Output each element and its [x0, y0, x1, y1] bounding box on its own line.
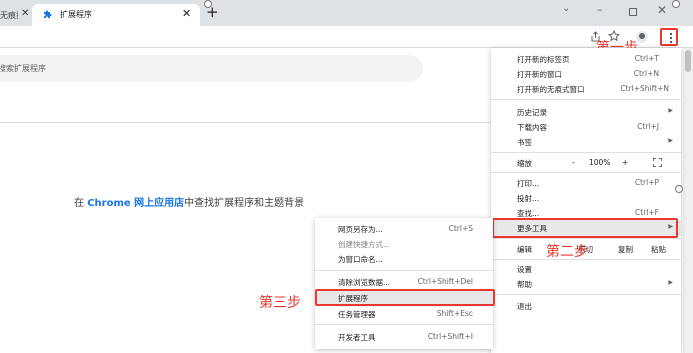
promo-prefix: 在: [74, 198, 88, 209]
tab-extensions-label: 扩展程序: [60, 10, 92, 19]
zoom-in-button[interactable]: +: [622, 158, 628, 167]
highlight-extensions: [315, 289, 495, 306]
submenu-arrow-icon: ▶: [668, 137, 673, 144]
selection-handle: [204, 0, 212, 8]
submenu-item-save-as[interactable]: 网页另存为... Ctrl+S: [315, 221, 493, 236]
menu-shortcut: Ctrl+P: [634, 178, 659, 187]
menu-label: 开发者工具: [338, 333, 376, 342]
menu-dot: [670, 33, 672, 35]
menu-item-downloads[interactable]: 下载内容 Ctrl+J: [491, 119, 681, 134]
menu-separator: [491, 238, 681, 239]
submenu-item-name-window[interactable]: 为窗口命名...: [315, 251, 493, 266]
menu-shortcut: Ctrl+Shift+N: [620, 84, 669, 93]
search-placeholder: 搜索扩展程序: [0, 64, 46, 73]
menu-label: 下载内容: [517, 123, 547, 132]
menu-label: 帮助: [517, 280, 532, 289]
extensions-search-bar[interactable]: 搜索扩展程序: [0, 55, 423, 82]
chrome-main-menu: 打开新的标签页 Ctrl+T 打开新的窗口 Ctrl+N 打开新的无痕式窗口 Ctrl…: [491, 48, 681, 353]
tab-previous-close-icon[interactable]: ✕: [21, 8, 29, 19]
minimize-button[interactable]: –: [597, 3, 603, 16]
menu-separator: [491, 99, 681, 100]
menu-item-new-tab[interactable]: 打开新的标签页 Ctrl+T: [491, 51, 681, 66]
submenu-item-task-manager[interactable]: 任务管理器 Shift+Esc: [315, 306, 493, 321]
scrollbar[interactable]: [683, 48, 693, 353]
menu-item-new-window[interactable]: 打开新的窗口 Ctrl+N: [491, 66, 681, 81]
menu-label: 投射...: [517, 194, 540, 203]
menu-separator: [315, 270, 493, 271]
menu-separator: [491, 172, 681, 173]
tab-previous-label: 无痕打印: [0, 11, 18, 20]
menu-dot: [670, 41, 672, 43]
annotation-step-3: 第三步: [259, 295, 301, 311]
maximize-button[interactable]: [629, 8, 637, 16]
menu-item-zoom: 缩放 - 100% +: [491, 155, 681, 170]
menu-item-cast[interactable]: 投射...: [491, 190, 681, 205]
menu-label: 设置: [517, 265, 532, 274]
more-tools-submenu: 网页另存为... Ctrl+S 创建快捷方式... 为窗口命名... 清除浏览数据…: [315, 218, 493, 349]
menu-item-history[interactable]: 历史记录 ▶: [491, 104, 681, 119]
submenu-item-clear-data[interactable]: 清除浏览数据... Ctrl+Shift+Del: [315, 274, 493, 289]
menu-item-help[interactable]: 帮助 ▶: [491, 276, 681, 291]
tab-previous[interactable]: 无痕打印 ✕: [0, 6, 32, 26]
paste-button[interactable]: 粘贴: [651, 244, 666, 255]
menu-label: 打开新的窗口: [517, 70, 562, 79]
selection-handle: [675, 185, 683, 193]
menu-separator: [315, 324, 493, 325]
menu-shortcut: Ctrl+T: [634, 54, 659, 63]
copy-button[interactable]: 复制: [618, 244, 633, 255]
submenu-item-create-shortcut: 创建快捷方式...: [315, 236, 493, 251]
puzzle-icon: [44, 10, 52, 18]
menu-shortcut: Ctrl+Shift+I: [427, 332, 473, 341]
menu-shortcut: Shift+Esc: [436, 309, 473, 318]
selection-handle: [672, 0, 680, 8]
menu-label: 缩放: [517, 159, 532, 168]
submenu-arrow-icon: ▶: [668, 107, 673, 114]
zoom-value: 100%: [589, 158, 611, 167]
menu-label: 任务管理器: [338, 310, 376, 319]
menu-dot: [670, 37, 672, 39]
scrollbar-thumb[interactable]: [685, 50, 691, 72]
tab-close-icon[interactable]: ✕: [182, 7, 191, 20]
menu-item-print[interactable]: 打印... Ctrl+P: [491, 175, 681, 190]
submenu-item-dev-tools[interactable]: 开发者工具 Ctrl+Shift+I: [315, 329, 493, 344]
annotation-step-2: 第二步: [546, 244, 588, 260]
menu-label: 编辑: [517, 245, 532, 254]
menu-item-bookmarks[interactable]: 书签 ▶: [491, 134, 681, 149]
tab-extensions[interactable]: 扩展程序 ✕: [32, 4, 200, 26]
menu-label: 打开新的标签页: [517, 55, 570, 64]
menu-separator: [491, 294, 681, 295]
menu-label: 退出: [517, 302, 532, 311]
divider: [0, 122, 500, 123]
menu-label: 打开新的无痕式窗口: [517, 85, 585, 94]
promo-suffix: 中查找扩展程序和主题背景: [184, 198, 305, 209]
menu-item-settings[interactable]: 设置: [491, 261, 681, 276]
menu-label: 打印...: [517, 179, 540, 188]
menu-shortcut: Ctrl+Shift+Del: [417, 277, 473, 286]
zoom-out-button[interactable]: -: [572, 158, 575, 167]
webstore-promo: 在 Chrome 网上应用店中查找扩展程序和主题背景: [74, 194, 304, 209]
menu-shortcut: Ctrl+S: [448, 224, 473, 233]
submenu-arrow-icon: ▶: [668, 279, 673, 286]
menu-label: 历史记录: [517, 108, 547, 117]
menu-shortcut: Ctrl+N: [633, 69, 659, 78]
fullscreen-icon[interactable]: [653, 158, 662, 167]
menu-shortcut: Ctrl+F: [635, 208, 659, 217]
menu-shortcut: Ctrl+J: [637, 122, 659, 131]
highlight-more-tools: [492, 218, 678, 238]
menu-label: 创建快捷方式...: [338, 240, 391, 249]
menu-separator: [491, 152, 681, 153]
chrome-menu-button[interactable]: [660, 28, 678, 46]
window-close-button[interactable]: ✕: [657, 3, 667, 17]
menu-label: 网页另存为...: [338, 225, 383, 234]
menu-label: 清除浏览数据...: [338, 278, 391, 287]
webstore-link[interactable]: Chrome 网上应用店: [87, 198, 184, 209]
tab-search-icon[interactable]: ⌄: [562, 3, 570, 14]
menu-item-incognito[interactable]: 打开新的无痕式窗口 Ctrl+Shift+N: [491, 81, 681, 96]
menu-item-exit[interactable]: 退出: [491, 298, 681, 313]
menu-label: 为窗口命名...: [338, 255, 383, 264]
menu-label: 书签: [517, 138, 532, 147]
